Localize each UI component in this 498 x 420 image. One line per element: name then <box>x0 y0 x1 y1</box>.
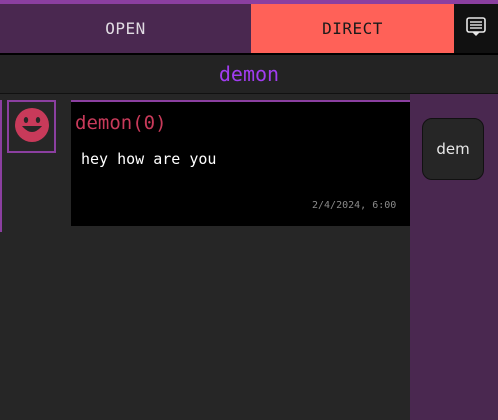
smiley-face-icon <box>13 106 51 148</box>
message-timestamp: 2/4/2024, 6:00 <box>312 200 397 211</box>
tab-direct-label: DIRECT <box>322 19 383 38</box>
message-text: hey how are you <box>81 150 217 168</box>
message-author[interactable]: demon(0) <box>75 112 167 134</box>
tab-direct[interactable]: DIRECT <box>251 4 454 53</box>
channel-header: demon <box>0 55 498 94</box>
chat-list-button[interactable] <box>454 4 498 53</box>
message-item: demon(0) hey how are you 2/4/2024, 6:00 <box>0 94 410 232</box>
tab-open[interactable]: OPEN <box>0 4 251 53</box>
message-area[interactable]: demon(0) hey how are you 2/4/2024, 6:00 <box>0 94 410 420</box>
user-chip-dem[interactable]: dem <box>422 118 484 180</box>
tab-bar: OPEN DIRECT <box>0 4 498 54</box>
channel-title: demon <box>218 62 280 86</box>
user-sidebar: dem <box>410 94 498 420</box>
message-card: demon(0) hey how are you 2/4/2024, 6:00 <box>71 102 410 226</box>
user-chip-label: dem <box>436 140 470 158</box>
tab-open-label: OPEN <box>105 19 146 38</box>
chat-list-icon <box>465 16 487 42</box>
avatar[interactable] <box>7 100 56 153</box>
message-left-border <box>0 100 2 232</box>
